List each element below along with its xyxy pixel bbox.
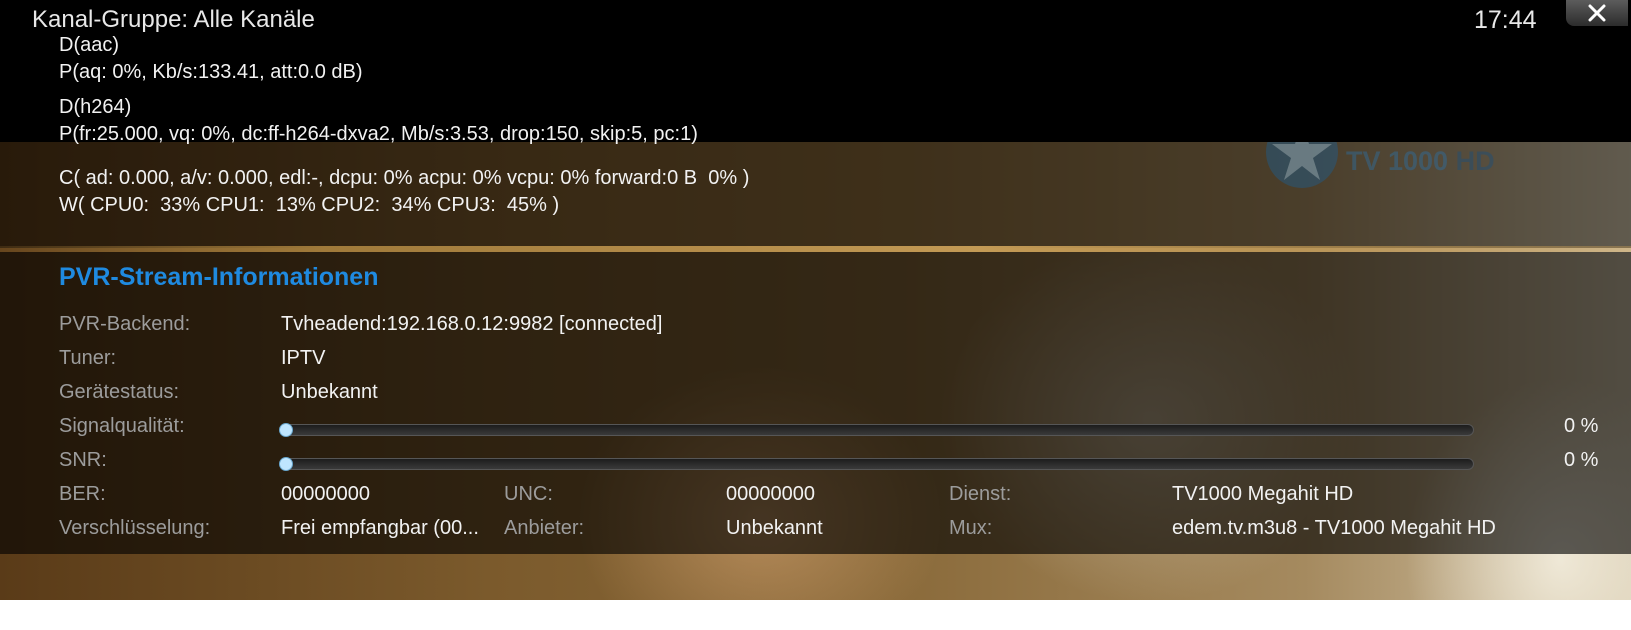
debug-clock-info: C( ad: 0.000, a/v: 0.000, edl:-, dcpu: 0… bbox=[59, 167, 750, 189]
ber-value: 00000000 bbox=[281, 483, 370, 505]
snr-knob bbox=[279, 457, 293, 471]
tuner-label: Tuner: bbox=[59, 347, 117, 369]
debug-audio-player: P(aq: 0%, Kb/s:133.41, att:0.0 dB) bbox=[59, 61, 363, 83]
logo-hd-text: HD bbox=[1455, 146, 1495, 176]
unc-value: 00000000 bbox=[726, 483, 815, 505]
panel-heading: PVR-Stream-Informationen bbox=[59, 263, 379, 291]
close-button[interactable] bbox=[1566, 0, 1628, 26]
mux-label: Mux: bbox=[949, 517, 993, 539]
signal-quality-label: Signalqualität: bbox=[59, 415, 185, 437]
provider-label: Anbieter: bbox=[504, 517, 585, 539]
debug-audio-decoder: D(aac) bbox=[59, 34, 120, 56]
backend-value: Tvheadend:192.168.0.12:9982 [connected] bbox=[281, 313, 663, 335]
debug-video-decoder: D(h264) bbox=[59, 96, 132, 118]
mux-value: edem.tv.m3u8 - TV1000 Megahit HD bbox=[1172, 517, 1496, 539]
debug-cpu-info: W( CPU0: 33% CPU1: 13% CPU2: 34% CPU3: 4… bbox=[59, 194, 560, 216]
encryption-value: Frei empfangbar (00... bbox=[281, 517, 479, 539]
service-value: TV1000 Megahit HD bbox=[1172, 483, 1354, 505]
snr-value: 0 % bbox=[1564, 449, 1599, 471]
close-icon bbox=[1588, 4, 1606, 22]
service-label: Dienst: bbox=[949, 483, 1012, 505]
video-frame: MEGAHIT TV 1000 HD Kanal-Gruppe: Alle Ka… bbox=[0, 0, 1631, 600]
tuner-value: IPTV bbox=[281, 347, 326, 369]
snr-meter bbox=[279, 457, 1474, 471]
device-status-value: Unbekannt bbox=[281, 381, 378, 403]
pvr-info-panel bbox=[0, 252, 1631, 554]
encryption-label: Verschlüsselung: bbox=[59, 517, 211, 539]
snr-label: SNR: bbox=[59, 449, 107, 471]
clock: 17:44 bbox=[1474, 6, 1537, 34]
backend-label: PVR-Backend: bbox=[59, 313, 191, 335]
device-status-label: Gerätestatus: bbox=[59, 381, 180, 403]
ber-label: BER: bbox=[59, 483, 106, 505]
unc-label: UNC: bbox=[504, 483, 553, 505]
debug-video-player: P(fr:25.000, vq: 0%, dc:ff-h264-dxva2, M… bbox=[59, 123, 698, 145]
signal-quality-value: 0 % bbox=[1564, 415, 1599, 437]
provider-value: Unbekannt bbox=[726, 517, 823, 539]
signal-quality-meter bbox=[279, 423, 1474, 437]
signal-quality-knob bbox=[279, 423, 293, 437]
channel-group-title: Kanal-Gruppe: Alle Kanäle bbox=[32, 6, 315, 33]
logo-channel-text: TV 1000 HD bbox=[1346, 146, 1495, 177]
logo-channel-name: TV 1000 bbox=[1346, 146, 1449, 176]
